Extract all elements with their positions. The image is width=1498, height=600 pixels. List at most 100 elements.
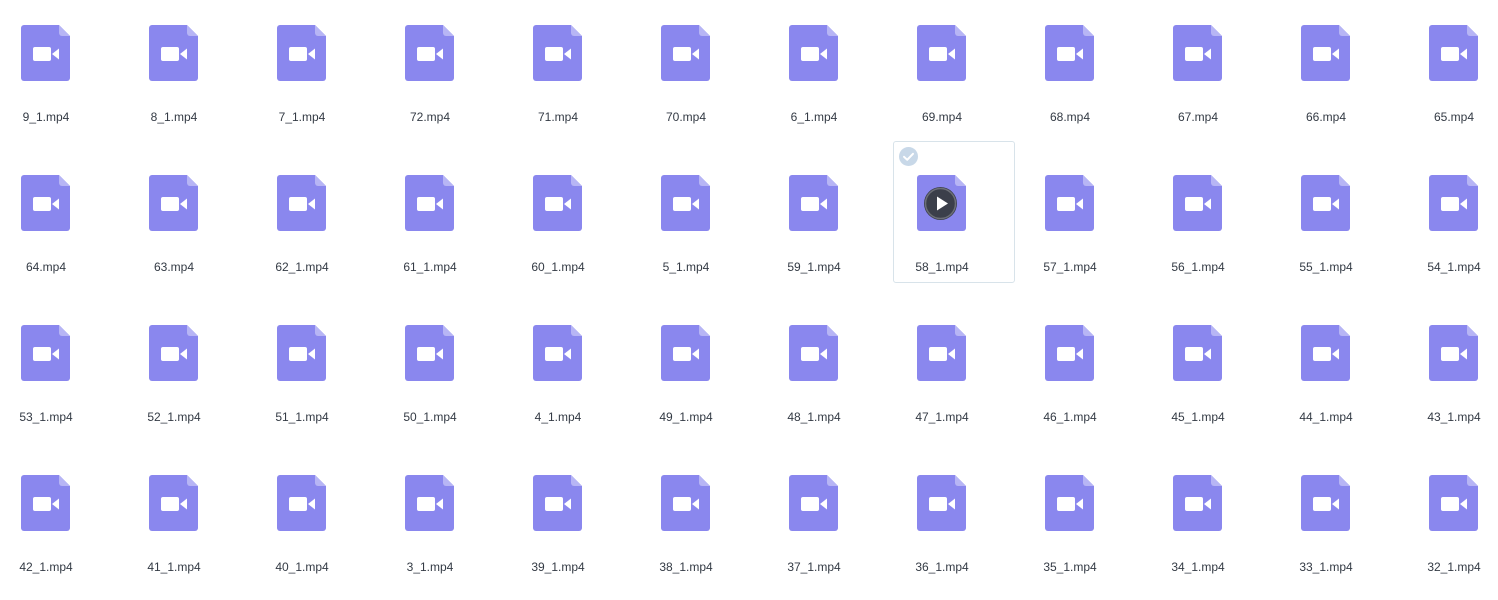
video-file-icon <box>789 175 838 231</box>
file-tile[interactable]: 68.mp4 <box>1024 0 1152 150</box>
file-tile[interactable]: 32_1.mp4 <box>1408 450 1498 600</box>
video-file-icon <box>21 175 70 231</box>
file-name: 51_1.mp4 <box>275 410 329 424</box>
file-tile[interactable]: 60_1.mp4 <box>512 150 640 300</box>
file-tile[interactable]: 5_1.mp4 <box>640 150 768 300</box>
file-name: 66.mp4 <box>1305 110 1347 124</box>
file-tile[interactable]: 44_1.mp4 <box>1280 300 1408 450</box>
file-tile[interactable]: 6_1.mp4 <box>768 0 896 150</box>
file-name: 6_1.mp4 <box>790 110 838 124</box>
video-file-icon <box>917 325 966 381</box>
video-file-icon <box>1301 475 1350 531</box>
file-name: 3_1.mp4 <box>406 560 454 574</box>
file-tile[interactable]: 49_1.mp4 <box>640 300 768 450</box>
file-tile[interactable]: 52_1.mp4 <box>128 300 256 450</box>
file-tile[interactable]: 56_1.mp4 <box>1152 150 1280 300</box>
file-tile[interactable]: 9_1.mp4 <box>0 0 128 150</box>
file-name: 59_1.mp4 <box>787 260 841 274</box>
video-file-icon <box>1301 25 1350 81</box>
file-tile[interactable]: 43_1.mp4 <box>1408 300 1498 450</box>
file-tile[interactable]: 40_1.mp4 <box>256 450 384 600</box>
file-tile[interactable]: 66.mp4 <box>1280 0 1408 150</box>
file-tile[interactable]: 53_1.mp4 <box>0 300 128 450</box>
video-file-icon <box>789 325 838 381</box>
video-file-icon <box>1429 475 1478 531</box>
file-tile[interactable]: 34_1.mp4 <box>1152 450 1280 600</box>
video-file-icon <box>533 175 582 231</box>
file-name: 63.mp4 <box>153 260 195 274</box>
file-tile-selected[interactable]: 58_1.mp4 <box>893 141 1024 300</box>
file-tile[interactable]: 47_1.mp4 <box>896 300 1024 450</box>
file-name: 8_1.mp4 <box>150 110 198 124</box>
file-tile[interactable]: 63.mp4 <box>128 150 256 300</box>
file-name: 33_1.mp4 <box>1299 560 1353 574</box>
video-file-icon <box>149 25 198 81</box>
file-name: 55_1.mp4 <box>1299 260 1353 274</box>
video-file-icon <box>1045 475 1094 531</box>
file-tile[interactable]: 61_1.mp4 <box>384 150 512 300</box>
file-name: 32_1.mp4 <box>1427 560 1481 574</box>
file-name: 65.mp4 <box>1433 110 1475 124</box>
file-tile[interactable]: 48_1.mp4 <box>768 300 896 450</box>
file-tile[interactable]: 69.mp4 <box>896 0 1024 150</box>
video-file-icon <box>1301 175 1350 231</box>
file-tile[interactable]: 37_1.mp4 <box>768 450 896 600</box>
file-tile[interactable]: 67.mp4 <box>1152 0 1280 150</box>
video-file-icon <box>21 325 70 381</box>
file-tile[interactable]: 45_1.mp4 <box>1152 300 1280 450</box>
video-file-icon <box>1429 25 1478 81</box>
file-tile[interactable]: 62_1.mp4 <box>256 150 384 300</box>
video-file-icon <box>21 475 70 531</box>
file-name: 57_1.mp4 <box>1043 260 1097 274</box>
file-name: 46_1.mp4 <box>1043 410 1097 424</box>
file-tile[interactable]: 50_1.mp4 <box>384 300 512 450</box>
file-tile[interactable]: 36_1.mp4 <box>896 450 1024 600</box>
video-file-icon <box>277 325 326 381</box>
file-name: 48_1.mp4 <box>787 410 841 424</box>
file-tile[interactable]: 59_1.mp4 <box>768 150 896 300</box>
file-name: 61_1.mp4 <box>403 260 457 274</box>
video-file-icon <box>405 325 454 381</box>
file-name: 39_1.mp4 <box>531 560 585 574</box>
file-tile[interactable]: 38_1.mp4 <box>640 450 768 600</box>
file-name: 69.mp4 <box>921 110 963 124</box>
file-tile[interactable]: 46_1.mp4 <box>1024 300 1152 450</box>
file-tile[interactable]: 70.mp4 <box>640 0 768 150</box>
play-icon[interactable] <box>924 187 957 220</box>
file-tile[interactable]: 51_1.mp4 <box>256 300 384 450</box>
file-tile[interactable]: 57_1.mp4 <box>1024 150 1152 300</box>
file-tile[interactable]: 42_1.mp4 <box>0 450 128 600</box>
file-tile[interactable]: 54_1.mp4 <box>1408 150 1498 300</box>
file-tile[interactable]: 41_1.mp4 <box>128 450 256 600</box>
video-file-icon <box>277 25 326 81</box>
file-tile[interactable]: 33_1.mp4 <box>1280 450 1408 600</box>
video-file-icon <box>789 475 838 531</box>
check-icon[interactable] <box>899 147 918 166</box>
file-name: 67.mp4 <box>1177 110 1219 124</box>
file-name: 36_1.mp4 <box>915 560 969 574</box>
video-file-icon <box>661 325 710 381</box>
file-name: 41_1.mp4 <box>147 560 201 574</box>
file-name: 70.mp4 <box>665 110 707 124</box>
file-name: 44_1.mp4 <box>1299 410 1353 424</box>
video-file-icon <box>661 175 710 231</box>
file-tile[interactable]: 35_1.mp4 <box>1024 450 1152 600</box>
file-tile[interactable]: 8_1.mp4 <box>128 0 256 150</box>
file-tile[interactable]: 4_1.mp4 <box>512 300 640 450</box>
file-tile[interactable]: 39_1.mp4 <box>512 450 640 600</box>
file-tile[interactable]: 3_1.mp4 <box>384 450 512 600</box>
file-tile[interactable]: 65.mp4 <box>1408 0 1498 150</box>
video-file-icon <box>21 25 70 81</box>
video-file-icon <box>149 325 198 381</box>
file-name: 4_1.mp4 <box>534 410 582 424</box>
file-tile[interactable]: 64.mp4 <box>0 150 128 300</box>
file-tile[interactable]: 71.mp4 <box>512 0 640 150</box>
video-file-icon <box>1173 475 1222 531</box>
file-tile[interactable]: 7_1.mp4 <box>256 0 384 150</box>
file-tile[interactable]: 72.mp4 <box>384 0 512 150</box>
file-tile[interactable]: 55_1.mp4 <box>1280 150 1408 300</box>
file-name: 53_1.mp4 <box>19 410 73 424</box>
file-name: 68.mp4 <box>1049 110 1091 124</box>
video-file-icon <box>1429 175 1478 231</box>
video-file-icon <box>1173 175 1222 231</box>
